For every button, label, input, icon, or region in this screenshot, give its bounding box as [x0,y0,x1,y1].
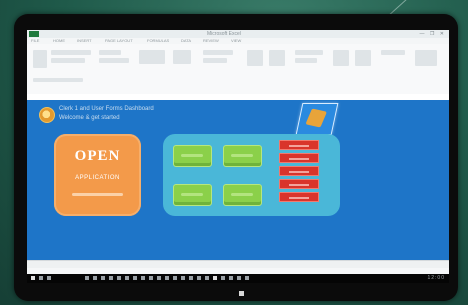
ribbon-button[interactable] [51,58,85,63]
ribbon-button[interactable] [295,50,323,55]
ribbon-button[interactable] [295,58,317,63]
ribbon-button[interactable] [99,58,129,63]
ribbon-button[interactable] [139,50,165,64]
tab-data[interactable]: DATA [181,38,191,43]
ribbon-button[interactable] [173,50,191,64]
red-button[interactable] [279,140,319,150]
ribbon-toolbar [27,44,449,95]
red-button[interactable] [279,192,319,202]
dashboard-subtitle: Clerk 1 and User Forms Dashboard [59,106,154,112]
red-button[interactable] [279,166,319,176]
ribbon-button[interactable] [355,50,371,66]
start-icon[interactable] [31,276,35,280]
ribbon-button[interactable] [381,50,405,55]
taskbar-icon[interactable] [109,276,113,280]
taskbar-icon[interactable] [221,276,225,280]
ribbon-button[interactable] [33,78,83,82]
open-application-card[interactable]: OPEN APPLICATION [54,134,141,216]
windows-home-button[interactable] [239,291,244,296]
ribbon-button[interactable] [269,50,285,66]
red-button[interactable] [279,179,319,189]
taskbar-icon[interactable] [189,276,193,280]
taskbar-icon[interactable] [165,276,169,280]
green-button[interactable] [173,184,212,206]
badge-icon [295,103,339,135]
title-bar: Microsoft Excel — ❐ ✕ [27,30,449,38]
dashboard-subtitle: Welcome & get started [59,115,120,121]
tab-home[interactable]: HOME [53,38,65,43]
taskbar-icon[interactable] [149,276,153,280]
ribbon-button[interactable] [51,50,91,55]
card-subtitle: APPLICATION [75,175,120,181]
window-title: Microsoft Excel [207,31,241,37]
taskbar-icon[interactable] [229,276,233,280]
taskbar-icon[interactable] [213,276,217,280]
logo-icon [39,107,55,123]
taskbar-icon[interactable] [133,276,137,280]
taskbar-icon[interactable] [141,276,145,280]
taskbar-clock[interactable]: 12:00 [427,275,445,281]
card-title: OPEN [74,148,121,164]
tab-page-layout[interactable]: PAGE LAYOUT [105,38,133,43]
green-button[interactable] [223,184,262,206]
taskbar-icon[interactable] [117,276,121,280]
ribbon-button[interactable] [203,50,233,55]
ribbon-button[interactable] [33,50,47,68]
taskbar-icon[interactable] [125,276,129,280]
red-button[interactable] [279,153,319,163]
green-button[interactable] [223,145,262,167]
excel-icon [29,31,39,37]
ribbon-button[interactable] [247,50,263,66]
tab-view[interactable]: VIEW [231,38,241,43]
red-button-column [279,140,319,216]
taskbar-icon[interactable] [157,276,161,280]
card-detail-line [72,193,123,196]
ribbon-button[interactable] [203,58,227,63]
taskbar-icon[interactable] [85,276,89,280]
ribbon-button[interactable] [333,50,349,66]
excel-window: Microsoft Excel — ❐ ✕ FILE HOME INSERT P… [27,30,449,276]
taskbar-icon[interactable] [93,276,97,280]
taskbar-icon[interactable] [197,276,201,280]
taskbar-icon[interactable] [39,276,43,280]
taskbar-icon[interactable] [47,276,51,280]
taskbar-icon[interactable] [205,276,209,280]
tab-review[interactable]: REVIEW [203,38,219,43]
green-button[interactable] [173,145,212,167]
taskbar-icon[interactable] [173,276,177,280]
taskbar-icon[interactable] [237,276,241,280]
tab-file[interactable]: FILE [31,38,39,43]
tab-insert[interactable]: INSERT [77,38,92,43]
taskbar-icon[interactable] [245,276,249,280]
taskbar-icon[interactable] [181,276,185,280]
ribbon-button[interactable] [415,50,437,66]
window-controls[interactable]: — ❐ ✕ [420,31,446,37]
ribbon-button[interactable] [99,50,121,55]
tab-formulas[interactable]: FORMULAS [147,38,169,43]
taskbar: 12:00 [27,274,449,283]
taskbar-icon[interactable] [101,276,105,280]
